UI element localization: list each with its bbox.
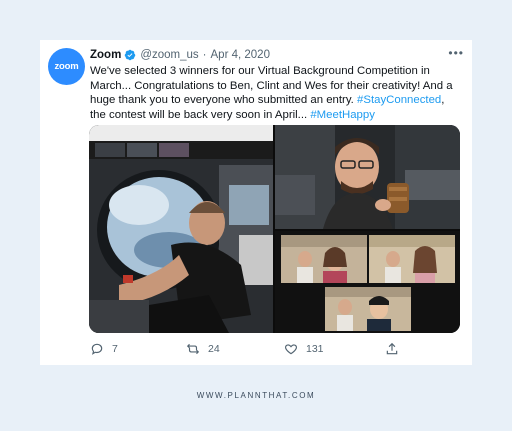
media-grid — [89, 125, 460, 333]
spaceship-illustration — [275, 125, 460, 229]
media-image-space-station[interactable] — [89, 125, 273, 333]
space-station-illustration — [89, 125, 273, 333]
more-options-icon[interactable]: ••• — [448, 47, 464, 59]
like-button[interactable]: 131 — [284, 342, 324, 356]
hashtag-stayconnected[interactable]: #StayConnected — [357, 94, 441, 106]
retweet-icon — [186, 343, 200, 355]
share-icon — [386, 342, 398, 355]
heart-icon — [284, 344, 298, 355]
media-image-spaceship-mug[interactable] — [275, 125, 460, 229]
share-button[interactable] — [385, 342, 407, 356]
avatar-logo-text: zoom — [54, 61, 79, 72]
like-count: 131 — [306, 343, 324, 355]
hashtag-meethappy[interactable]: #MeetHappy — [310, 109, 375, 121]
tweet-actions: 7 24 131 — [90, 340, 410, 358]
reply-button[interactable]: 7 — [90, 342, 118, 356]
tweet-date[interactable]: Apr 4, 2020 — [211, 49, 270, 61]
separator-dot: · — [202, 49, 207, 61]
verified-badge-icon — [125, 49, 136, 61]
reply-count: 7 — [112, 343, 118, 355]
tweet-header: Zoom @zoom_us · Apr 4, 2020 ••• — [90, 47, 464, 63]
video-call-illustration — [275, 231, 460, 333]
media-image-video-call[interactable] — [275, 231, 460, 333]
retweet-button[interactable]: 24 — [186, 342, 220, 356]
author-name[interactable]: Zoom — [90, 49, 121, 61]
tweet-card[interactable]: zoom Zoom @zoom_us · Apr 4, 2020 ••• We'… — [40, 40, 472, 365]
author-handle[interactable]: @zoom_us — [140, 49, 198, 61]
footer-website[interactable]: WWW.PLANNTHAT.COM — [0, 391, 512, 400]
retweet-count: 24 — [208, 343, 220, 355]
avatar[interactable]: zoom — [48, 48, 85, 85]
tweet-text: We've selected 3 winners for our Virtual… — [90, 64, 462, 122]
reply-icon — [91, 343, 103, 355]
